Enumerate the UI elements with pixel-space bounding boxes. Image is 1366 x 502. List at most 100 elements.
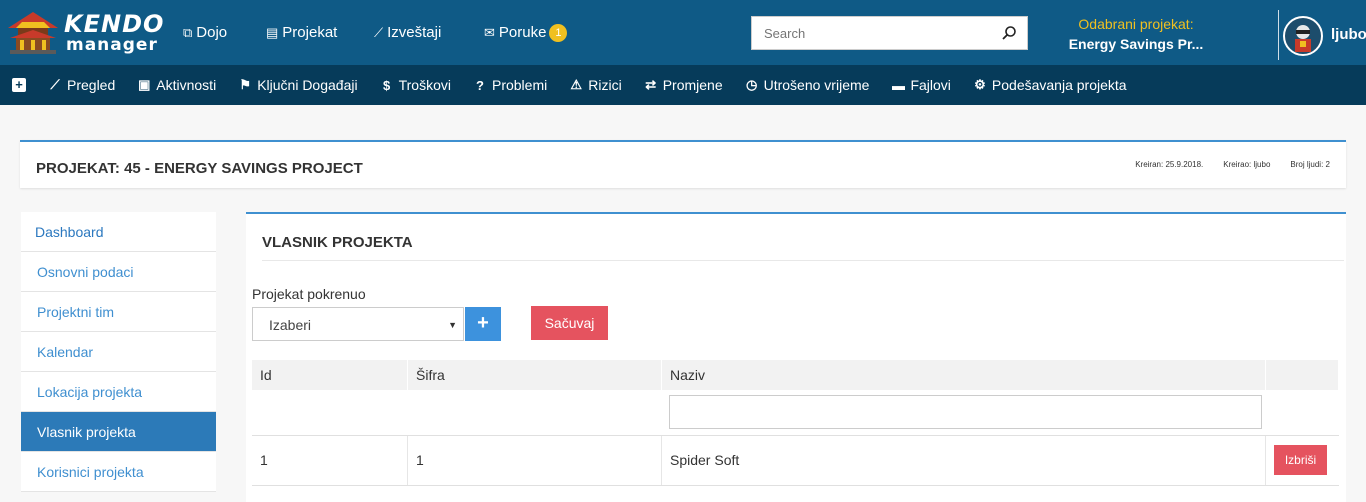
initiator-select-value: Izaberi <box>269 317 312 333</box>
caret-down-icon: ▼ <box>448 320 457 330</box>
selected-project-label: Odabrani projekat: <box>1078 16 1194 32</box>
subnav-aktivnosti[interactable]: ▣ Aktivnosti <box>137 77 216 93</box>
created-value: 25.9.2018. <box>1165 160 1204 169</box>
subnav-label: Promjene <box>662 77 723 93</box>
panel-divider <box>262 260 1344 261</box>
messages-count-badge: 1 <box>549 23 568 42</box>
brand-line1: KENDO <box>64 10 165 38</box>
nav-dojo-label: Dojo <box>196 24 228 41</box>
subnav-problemi[interactable]: ? Problemi <box>473 77 547 93</box>
envelope-icon: ✉ <box>484 24 495 40</box>
flag-icon: ⚑ <box>239 77 252 92</box>
sidebar-item-kalendar[interactable]: Kalendar <box>21 332 216 372</box>
page-title: PROJEKAT: 45 - ENERGY SAVINGS PROJECT <box>36 160 363 177</box>
question-icon: ? <box>476 77 484 93</box>
subnav-rizici[interactable]: ⚠ Rizici <box>569 77 621 93</box>
subnav-label: Problemi <box>491 77 548 93</box>
copy-icon: ⧉ <box>183 24 193 40</box>
people-value: 2 <box>1325 160 1330 169</box>
header-divider <box>1278 10 1279 60</box>
ninja-avatar-icon <box>1295 25 1311 52</box>
nav-dojo[interactable]: ⧉ Dojo <box>183 0 227 65</box>
brand-line2: manager <box>66 35 158 55</box>
subnav-label: Ključni Događaji <box>257 77 358 93</box>
nav-poruke[interactable]: ✉ Poruke 1 <box>484 0 568 65</box>
panel-title: VLASNIK PROJEKTA <box>262 234 413 251</box>
table-header: Id Šifra Naziv <box>252 360 1339 390</box>
nav-projekat-label: Projekat <box>282 24 338 41</box>
column-header-actions <box>1266 360 1339 390</box>
people-meta: Broj ljudi: 2 <box>1290 160 1330 169</box>
nav-poruke-label: Poruke <box>498 24 547 41</box>
subnav-utroseno-vrijeme[interactable]: ◷ Utrošeno vrijeme <box>745 77 870 93</box>
delete-button[interactable]: Izbriši <box>1274 445 1327 475</box>
creator-value: ljubo <box>1253 160 1271 169</box>
created-meta: Kreiran: 25.9.2018. <box>1135 160 1203 169</box>
sidebar-item-korisnici-projekta[interactable]: Korisnici projekta <box>21 452 216 492</box>
exchange-icon: ⇄ <box>645 77 657 92</box>
subnav-podesavanja-projekta[interactable]: ⚙ Podešavanja projekta <box>973 77 1127 93</box>
warning-icon: ⚠ <box>570 77 583 92</box>
top-bar: KENDO manager ⧉ Dojo ▤ Projekat ⟋ Izvešt… <box>0 0 1366 65</box>
subnav-promjene[interactable]: ⇄ Promjene <box>644 77 723 93</box>
subnav-label: Utrošeno vrijeme <box>763 77 870 93</box>
subnav-pregled[interactable]: ⟋ Pregled <box>48 77 115 93</box>
people-label: Broj ljudi: <box>1290 160 1324 169</box>
add-icon[interactable]: + <box>12 78 26 92</box>
owner-panel: VLASNIK PROJEKTA Projekat pokrenuo Izabe… <box>246 212 1346 502</box>
column-header-naziv[interactable]: Naziv <box>662 360 1266 390</box>
cell-id: 1 <box>252 436 408 485</box>
subnav-label: Pregled <box>67 77 116 93</box>
sidebar-item-lokacija-projekta[interactable]: Lokacija projekta <box>21 372 216 412</box>
document-icon: ▤ <box>266 24 279 40</box>
project-sidebar: Dashboard Osnovni podaci Projektni tim K… <box>21 212 216 492</box>
naziv-filter-input[interactable] <box>669 395 1262 429</box>
search-input[interactable] <box>752 17 992 49</box>
cell-naziv: Spider Soft <box>662 436 1266 485</box>
created-label: Kreiran: <box>1135 160 1164 169</box>
folder-icon: ▬ <box>891 77 905 93</box>
subnav-fajlovi[interactable]: ▬ Fajlovi <box>891 77 951 93</box>
subnav-kljucni-dogadjaji[interactable]: ⚑ Ključni Događaji <box>238 77 357 93</box>
sidebar-item-vlasnik-projekta[interactable]: Vlasnik projekta <box>21 412 216 452</box>
nav-projekat[interactable]: ▤ Projekat <box>266 0 337 65</box>
subnav-label: Rizici <box>588 77 622 93</box>
nav-izvestaji-label: Izveštaji <box>387 24 442 41</box>
nav-izvestaji[interactable]: ⟋ Izveštaji <box>374 0 441 65</box>
temple-logo-icon <box>8 12 58 54</box>
project-header: PROJEKAT: 45 - ENERGY SAVINGS PROJECT Kr… <box>20 140 1346 188</box>
cogs-icon: ⚙ <box>974 77 986 92</box>
line-chart-icon: ⟋ <box>50 77 60 92</box>
sidebar-item-osnovni-podaci[interactable]: Osnovni podaci <box>21 252 216 292</box>
kendo-manager-logo[interactable]: KENDO manager <box>4 8 163 58</box>
cell-actions: Izbriši <box>1266 436 1339 485</box>
column-header-id[interactable]: Id <box>252 360 408 390</box>
initiator-select[interactable]: Izaberi ▼ <box>252 307 464 341</box>
clock-icon: ◷ <box>745 77 758 92</box>
sidebar-item-dashboard[interactable]: Dashboard <box>21 212 216 252</box>
sidebar-item-projektni-tim[interactable]: Projektni tim <box>21 292 216 332</box>
user-name[interactable]: ljubo <box>1331 26 1366 43</box>
line-chart-icon: ⟋ <box>374 24 384 40</box>
avatar[interactable] <box>1283 16 1323 56</box>
subnav-label: Fajlovi <box>910 77 951 93</box>
save-button[interactable]: Sačuvaj <box>531 306 608 340</box>
subnav-label: Aktivnosti <box>156 77 217 93</box>
subnav-label: Troškovi <box>398 77 451 93</box>
files-icon: ▣ <box>138 77 151 92</box>
search-box <box>751 16 1028 50</box>
table-filter-row <box>252 390 1339 436</box>
project-meta: Kreiran: 25.9.2018. Kreirao: ljubo Broj … <box>1135 160 1330 169</box>
project-subnav: + ⟋ Pregled ▣ Aktivnosti ⚑ Ključni Događaji… <box>0 65 1366 105</box>
selected-project-name[interactable]: Energy Savings Pr... <box>1040 36 1232 52</box>
column-header-sifra[interactable]: Šifra <box>408 360 662 390</box>
subnav-troskovi[interactable]: $ Troškovi <box>380 77 451 93</box>
owners-table: Id Šifra Naziv 1 1 Spider Soft Izbriši <box>252 360 1339 486</box>
subnav-label: Podešavanja projekta <box>991 77 1127 93</box>
dollar-icon: $ <box>382 77 391 93</box>
search-icon[interactable] <box>1001 25 1017 41</box>
cell-sifra: 1 <box>408 436 662 485</box>
add-owner-button[interactable]: + <box>465 307 501 341</box>
creator-label: Kreirao: <box>1223 160 1252 169</box>
creator-meta: Kreirao: ljubo <box>1223 160 1270 169</box>
